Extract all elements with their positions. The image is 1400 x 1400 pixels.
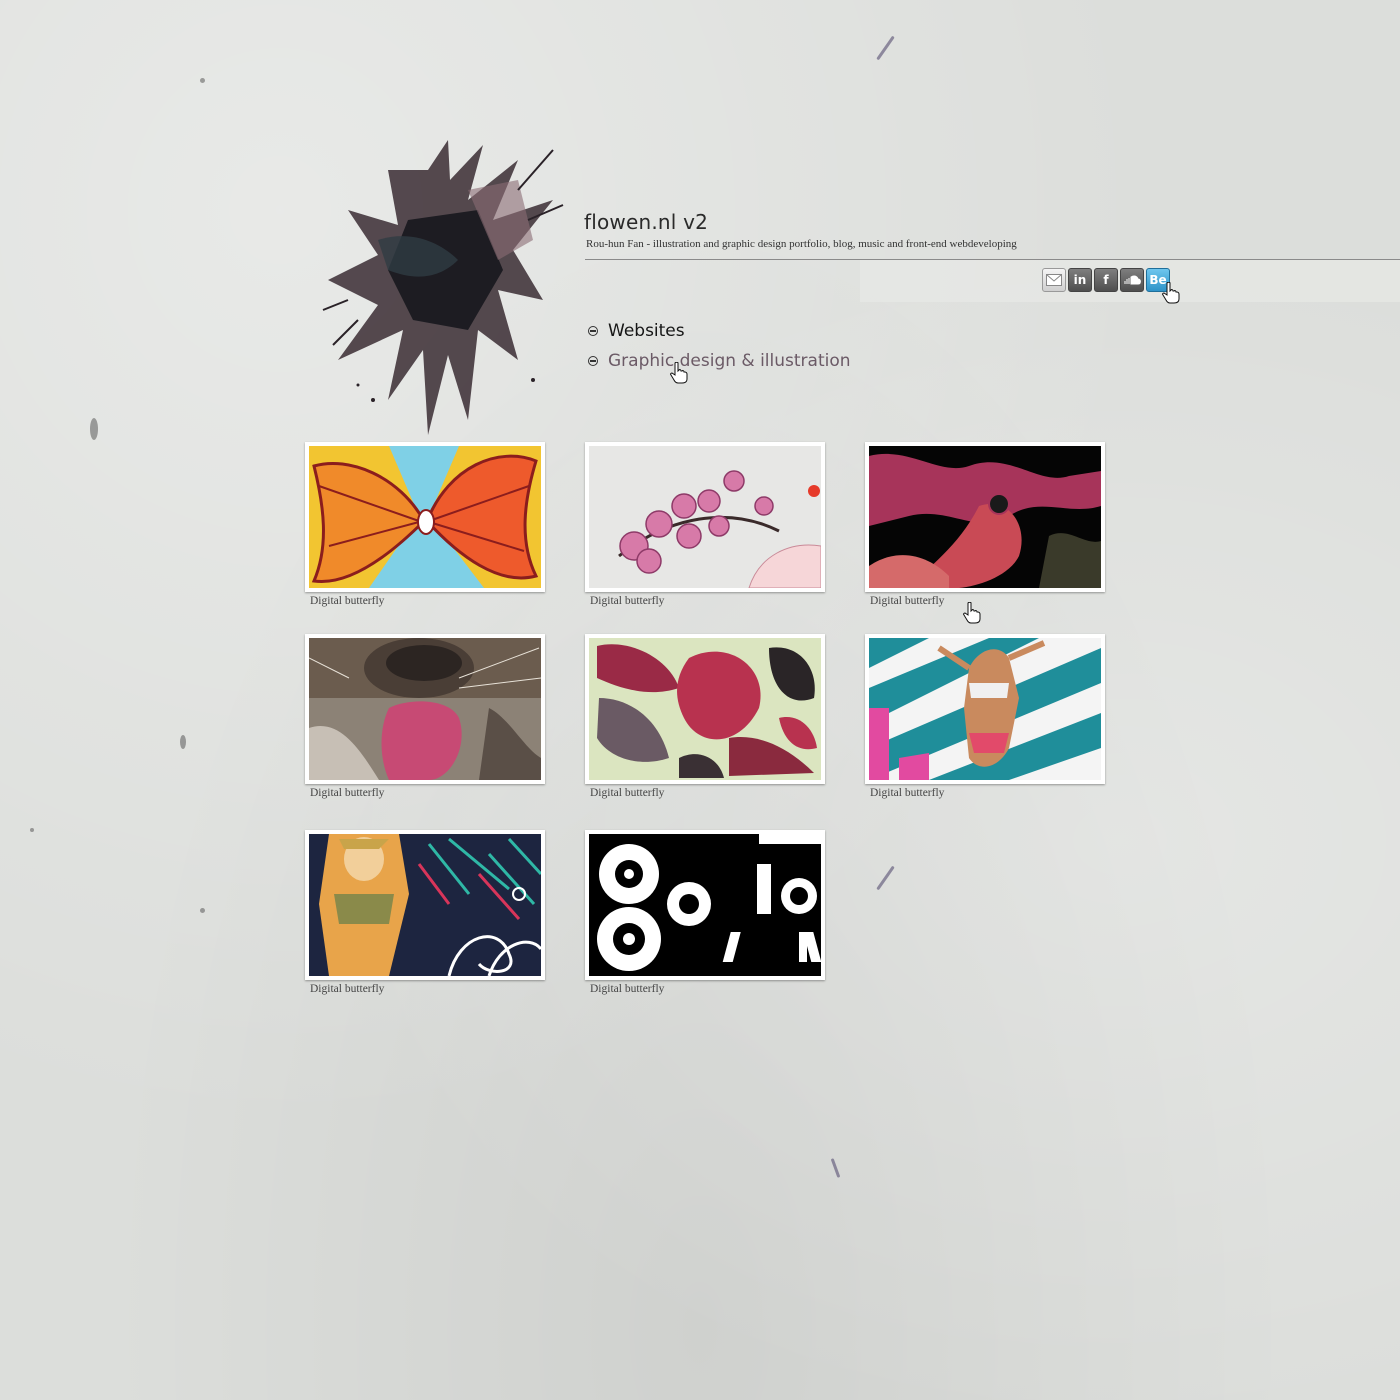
thumbnail-caption: Digital butterfly	[590, 595, 665, 607]
site-title[interactable]: flowen.nl v2	[584, 210, 708, 234]
nav-item-label: Websites	[608, 321, 685, 341]
background-speck	[30, 828, 34, 832]
background-streak	[876, 35, 895, 61]
gallery-item[interactable]: Digital butterfly	[585, 830, 825, 995]
thumbnail-dark-red-figure	[869, 446, 1101, 588]
behance-icon[interactable]: Be	[1146, 268, 1170, 292]
background-speck	[200, 908, 205, 913]
bullet-icon	[588, 326, 598, 336]
mail-icon[interactable]	[1042, 268, 1066, 292]
ink-splash-logo	[322, 140, 564, 435]
background-speck	[90, 418, 98, 440]
category-nav: Websites Graphic design & illustration	[588, 316, 851, 376]
gallery-item[interactable]: Digital butterfly	[305, 442, 545, 607]
gallery-item[interactable]: Digital butterfly	[585, 442, 825, 607]
nav-item-websites[interactable]: Websites	[588, 316, 851, 346]
nav-item-graphic-design[interactable]: Graphic design & illustration	[588, 346, 851, 376]
background-streak	[876, 865, 895, 891]
nav-item-label: Graphic design & illustration	[608, 351, 851, 371]
thumbnail-dancer-stripes	[869, 638, 1101, 780]
thumbnail-caption: Digital butterfly	[310, 983, 385, 995]
thumbnail-caption: Digital butterfly	[870, 787, 945, 799]
thumbnail-frame[interactable]	[585, 442, 825, 592]
thumbnail-caption: Digital butterfly	[870, 595, 945, 607]
thumbnail-frame[interactable]	[305, 830, 545, 980]
gallery-item[interactable]: Digital butterfly	[305, 830, 545, 995]
thumbnail-red-flower-pattern	[589, 638, 821, 780]
gallery-item[interactable]: Digital butterfly	[585, 634, 825, 799]
thumbnail-caption: Digital butterfly	[310, 787, 385, 799]
page: { "header": { "title": "flowen.nl v2", "…	[0, 0, 1400, 1400]
thumbnail-pink-orchids	[589, 446, 821, 588]
soundcloud-icon[interactable]	[1120, 268, 1144, 292]
thumbnail-girl-swirls	[309, 834, 541, 976]
thumbnail-frame[interactable]	[305, 442, 545, 592]
thumbnail-caption: Digital butterfly	[310, 595, 385, 607]
thumbnail-caption: Digital butterfly	[590, 983, 665, 995]
thumbnail-frame[interactable]	[865, 634, 1105, 784]
thumbnail-frame[interactable]	[305, 634, 545, 784]
background-speck	[200, 78, 205, 83]
thumbnail-dog-closeup	[309, 638, 541, 780]
background-streak	[830, 1158, 841, 1178]
linkedin-icon[interactable]: in	[1068, 268, 1092, 292]
gallery-item[interactable]: Digital butterfly	[305, 634, 545, 799]
thumbnail-orange-butterfly	[309, 446, 541, 588]
thumbnail-speakers-typography	[589, 834, 821, 976]
background-speck	[180, 735, 186, 749]
gallery-item[interactable]: Digital butterfly	[865, 634, 1105, 799]
gallery-item[interactable]: Digital butterfly	[865, 442, 1105, 607]
site-subtitle: Rou-hun Fan - illustration and graphic d…	[586, 238, 1017, 250]
thumbnail-frame[interactable]	[585, 830, 825, 980]
thumbnail-caption: Digital butterfly	[590, 787, 665, 799]
facebook-icon[interactable]: f	[1094, 268, 1118, 292]
thumbnail-frame[interactable]	[585, 634, 825, 784]
thumbnail-frame[interactable]	[865, 442, 1105, 592]
social-links: in f Be	[1042, 268, 1170, 292]
bullet-icon	[588, 356, 598, 366]
